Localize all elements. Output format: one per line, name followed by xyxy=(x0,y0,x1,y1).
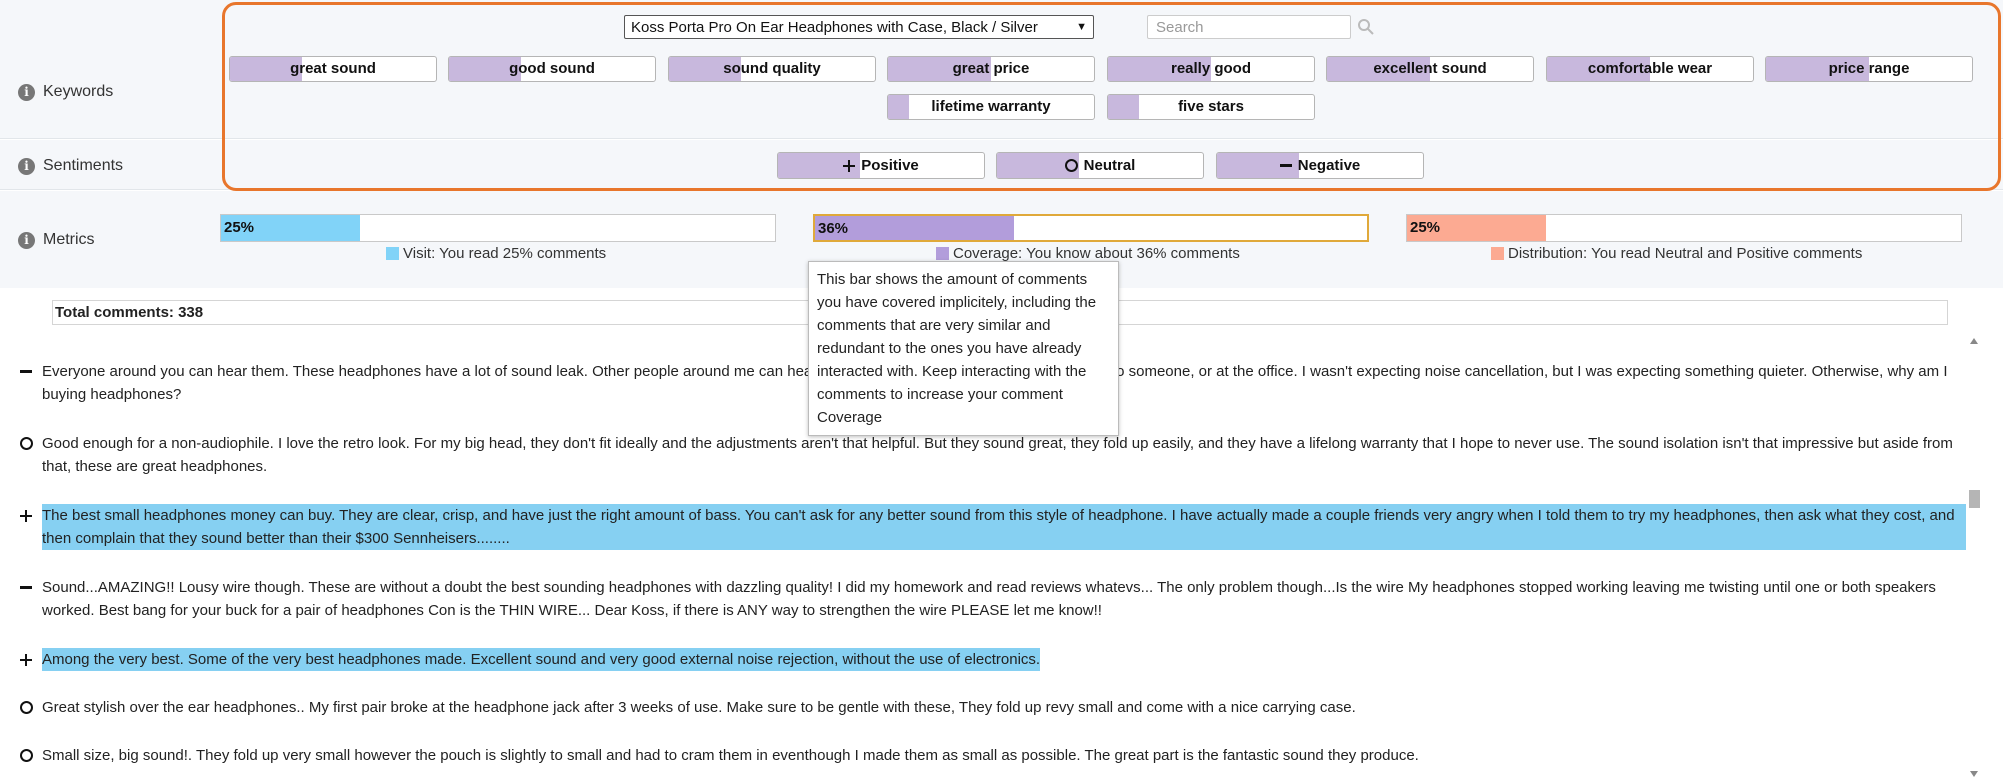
info-icon[interactable]: i xyxy=(18,157,35,175)
minus-icon xyxy=(1279,164,1292,167)
keywords-label: i Keywords xyxy=(18,83,113,101)
comment-item[interactable]: Small size, big sound!. They fold up ver… xyxy=(20,744,1966,767)
scrollbar[interactable] xyxy=(1966,334,1983,781)
comment-text: Sound...AMAZING!! Lousy wire though. The… xyxy=(42,579,1936,619)
keyword-button[interactable]: great price xyxy=(887,56,1095,82)
metrics-label: i Metrics xyxy=(18,231,95,249)
sentiment-neutral-button[interactable]: Neutral xyxy=(996,152,1204,179)
keyword-button[interactable]: really good xyxy=(1107,56,1315,82)
comment-text: Among the very best. Some of the very be… xyxy=(42,648,1041,671)
keyword-label: excellent sound xyxy=(1373,60,1487,77)
keyword-button[interactable]: comfortable wear xyxy=(1546,56,1754,82)
keyword-label: good sound xyxy=(509,60,595,77)
keyword-label: price range xyxy=(1828,60,1910,77)
comment-text: The best small headphones money can buy.… xyxy=(42,504,1966,550)
sentiment-negative-button[interactable]: Negative xyxy=(1216,152,1424,179)
keyword-button[interactable]: five stars xyxy=(1107,94,1315,120)
keyword-label: great price xyxy=(952,60,1030,77)
visit-legend: Visit: You read 25% comments xyxy=(386,245,606,262)
visit-metric-bar[interactable]: 25% xyxy=(220,214,776,242)
comment-text: Small size, big sound!. They fold up ver… xyxy=(42,747,1419,764)
circle-icon xyxy=(1064,159,1078,172)
comment-item[interactable]: The best small headphones money can buy.… xyxy=(20,504,1966,550)
keyword-button[interactable]: sound quality xyxy=(668,56,876,82)
keyword-button[interactable]: great sound xyxy=(229,56,437,82)
distribution-metric-bar[interactable]: 25% xyxy=(1406,214,1962,242)
scroll-down-arrow[interactable] xyxy=(1970,771,1978,777)
coverage-tooltip: This bar shows the amount of comments yo… xyxy=(808,261,1119,436)
scroll-thumb[interactable] xyxy=(1969,490,1980,508)
comment-item[interactable]: Great stylish over the ear headphones.. … xyxy=(20,696,1966,719)
keyword-label: really good xyxy=(1170,60,1252,77)
keyword-label: sound quality xyxy=(723,60,821,77)
search-input[interactable]: Search xyxy=(1147,15,1351,39)
scroll-up-arrow[interactable] xyxy=(1970,338,1978,344)
keyword-label: five stars xyxy=(1178,98,1244,115)
keyword-label: comfortable wear xyxy=(1587,60,1713,77)
distribution-legend: Distribution: You read Neutral and Posit… xyxy=(1491,245,1862,262)
sentiments-label: i Sentiments xyxy=(18,157,123,175)
comment-item[interactable]: Sound...AMAZING!! Lousy wire though. The… xyxy=(20,576,1966,622)
keyword-button[interactable]: price range xyxy=(1765,56,1973,82)
comment-item[interactable]: Among the very best. Some of the very be… xyxy=(20,648,1966,671)
info-icon[interactable]: i xyxy=(18,231,35,249)
minus-icon xyxy=(20,586,32,589)
comment-text: Great stylish over the ear headphones.. … xyxy=(42,699,1356,716)
keyword-button[interactable]: excellent sound xyxy=(1326,56,1534,82)
circle-icon xyxy=(20,749,33,762)
sentiment-positive-button[interactable]: Positive xyxy=(777,152,985,179)
search-icon[interactable] xyxy=(1357,18,1375,36)
product-select[interactable]: Koss Porta Pro On Ear Headphones with Ca… xyxy=(624,15,1094,39)
coverage-legend: Coverage: You know about 36% comments xyxy=(936,245,1240,262)
coverage-metric-bar[interactable]: 36% xyxy=(813,214,1369,242)
info-icon[interactable]: i xyxy=(18,83,35,101)
keyword-button[interactable]: good sound xyxy=(448,56,656,82)
plus-icon xyxy=(20,654,32,666)
keyword-button[interactable]: lifetime warranty xyxy=(887,94,1095,120)
keyword-label: great sound xyxy=(290,60,376,77)
keyword-label: lifetime warranty xyxy=(931,98,1051,115)
comment-text: Good enough for a non-audiophile. I love… xyxy=(42,435,1953,475)
chevron-down-icon: ▼ xyxy=(1076,21,1087,33)
circle-icon xyxy=(20,437,33,450)
comment-item[interactable]: Good enough for a non-audiophile. I love… xyxy=(20,432,1966,478)
plus-icon xyxy=(843,159,856,172)
minus-icon xyxy=(20,370,32,373)
plus-icon xyxy=(20,510,32,522)
circle-icon xyxy=(20,701,33,714)
